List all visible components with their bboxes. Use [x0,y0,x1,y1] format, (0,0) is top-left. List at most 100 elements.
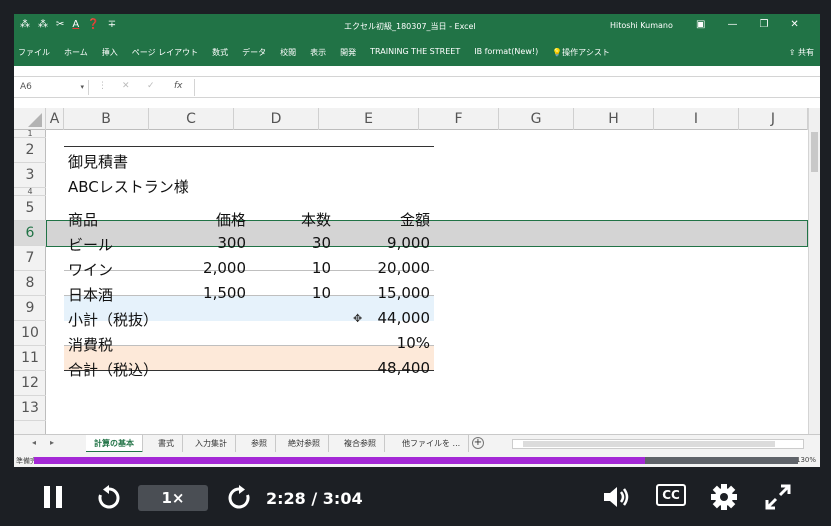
row-header-11[interactable]: 11 [14,346,46,371]
tab-ib-format[interactable]: IB format(New!) [474,47,538,58]
sheet-tab-format[interactable]: 書式 [150,435,183,453]
column-header-g[interactable]: G [499,108,574,130]
sheet-tab-input-summary[interactable]: 入力集計 [187,435,236,453]
column-header-b[interactable]: B [64,108,149,130]
row-header-10[interactable]: 10 [14,321,46,346]
user-name[interactable]: Hitoshi Kumano [610,21,673,30]
item-qty[interactable]: 10 [234,259,331,277]
sheet-tab-other-files[interactable]: 他ファイルを ... [394,435,470,453]
minimize-icon[interactable]: — [727,19,737,30]
subtotal-value[interactable]: 44,000 [331,309,431,327]
sheet-tab-calc-basics[interactable]: 計算の基本 [86,435,143,453]
item-qty[interactable]: 30 [234,234,331,252]
replay-10-icon[interactable] [96,485,122,511]
header-qty[interactable]: 本数 [234,209,331,230]
item-amount[interactable]: 9,000 [331,234,430,252]
playback-speed-button[interactable]: 1× [138,485,208,511]
formula-input[interactable] [194,79,816,96]
tab-home[interactable]: ホーム [64,47,88,58]
column-header-a[interactable]: A [46,108,64,130]
save-icon[interactable]: ⁂ [20,19,30,30]
total-label[interactable]: 合計（税込） [68,359,158,380]
subtotal-label[interactable]: 小計（税抜） [68,309,158,330]
tab-data[interactable]: データ [242,47,266,58]
column-header-i[interactable]: I [654,108,739,130]
cancel-icon[interactable]: ✕ [122,81,130,91]
tab-developer[interactable]: 開発 [340,47,356,58]
tax-rate[interactable]: 10% [331,334,430,352]
zoom-level[interactable]: 130% [796,456,816,464]
header-price[interactable]: 価格 [149,209,246,230]
tab-page-layout[interactable]: ページ レイアウト [132,47,198,58]
help-icon[interactable]: ❓ [87,19,99,30]
row-header-2[interactable]: 2 [14,138,46,163]
total-value[interactable]: 48,400 [331,359,431,377]
font-color-icon[interactable]: A [72,19,79,30]
chevron-down-icon[interactable]: ▾ [80,80,84,95]
row-header-7[interactable]: 7 [14,246,46,271]
column-header-h[interactable]: H [574,108,654,130]
add-sheet-icon[interactable]: + [472,437,484,449]
maximize-icon[interactable]: ❐ [759,19,768,30]
row-header-1[interactable]: 1 [14,130,46,138]
close-icon[interactable]: ✕ [790,19,798,30]
pause-icon[interactable] [44,486,62,508]
fullscreen-icon[interactable] [764,483,792,511]
video-progress-bar[interactable] [34,457,798,464]
row-header-3[interactable]: 3 [14,163,46,188]
row-header-13[interactable]: 13 [14,396,46,421]
row-header-12[interactable]: 12 [14,371,46,396]
item-price[interactable]: 300 [149,234,246,252]
name-box[interactable]: A6 ▾ [17,80,89,95]
vertical-scrollbar-thumb[interactable] [811,132,818,172]
horizontal-scrollbar[interactable] [512,439,804,449]
select-all-button[interactable] [14,108,46,130]
customize-qat-icon[interactable]: ∓ [108,19,116,30]
header-item[interactable]: 商品 [68,209,98,230]
item-price[interactable]: 1,500 [149,284,246,302]
row-header-9[interactable]: 9 [14,296,46,321]
column-header-e[interactable]: E [319,108,419,130]
row-header-5[interactable]: 5 [14,196,46,221]
tab-review[interactable]: 校閲 [280,47,296,58]
sheet-tab-reference[interactable]: 参照 [243,435,276,453]
tab-insert[interactable]: 挿入 [102,47,118,58]
row-header-8[interactable]: 8 [14,271,46,296]
customer-name[interactable]: ABCレストラン様 [68,176,189,197]
forward-10-icon[interactable] [226,485,252,511]
volume-icon[interactable] [602,484,632,510]
tab-file[interactable]: ファイル [18,47,50,58]
column-header-j[interactable]: J [739,108,808,130]
prev-sheet-icon[interactable]: ◂ [32,438,36,447]
tab-view[interactable]: 表示 [310,47,326,58]
item-price[interactable]: 2,000 [149,259,246,277]
vertical-scrollbar[interactable] [808,108,820,438]
redo-icon[interactable]: ✂ [56,19,64,30]
header-amount[interactable]: 金額 [331,209,430,230]
tab-formulas[interactable]: 数式 [212,47,228,58]
horizontal-scrollbar-thumb[interactable] [523,441,775,447]
column-header-d[interactable]: D [234,108,319,130]
item-name[interactable]: ビール [68,234,113,255]
tax-label[interactable]: 消費税 [68,334,113,355]
row-header-4[interactable]: 4 [14,188,46,196]
tab-training-the-street[interactable]: TRAINING THE STREET [370,47,460,58]
worksheet-grid[interactable]: 御見積書 ABCレストラン様 商品 価格 本数 金額 ビール 300 30 9,… [46,130,808,438]
settings-icon[interactable] [710,483,738,511]
insert-function-icon[interactable]: fx [174,81,183,91]
enter-icon[interactable]: ✓ [147,81,155,91]
share-button[interactable]: ⇪ 共有 [789,47,814,58]
item-qty[interactable]: 10 [234,284,331,302]
next-sheet-icon[interactable]: ▸ [50,438,54,447]
sheet-tab-mixed-ref[interactable]: 複合参照 [336,435,385,453]
item-name[interactable]: ワイン [68,259,113,280]
tell-me-box[interactable]: 💡操作アシスト [552,47,610,58]
row-header-6[interactable]: 6 [14,221,46,246]
item-amount[interactable]: 20,000 [331,259,431,277]
captions-icon[interactable]: CC [656,484,686,506]
undo-icon[interactable]: ⁂ [38,19,48,30]
sheet-tab-absolute-ref[interactable]: 絶対参照 [280,435,329,453]
quote-title[interactable]: 御見積書 [68,151,128,172]
column-header-c[interactable]: C [149,108,234,130]
item-name[interactable]: 日本酒 [68,284,113,305]
